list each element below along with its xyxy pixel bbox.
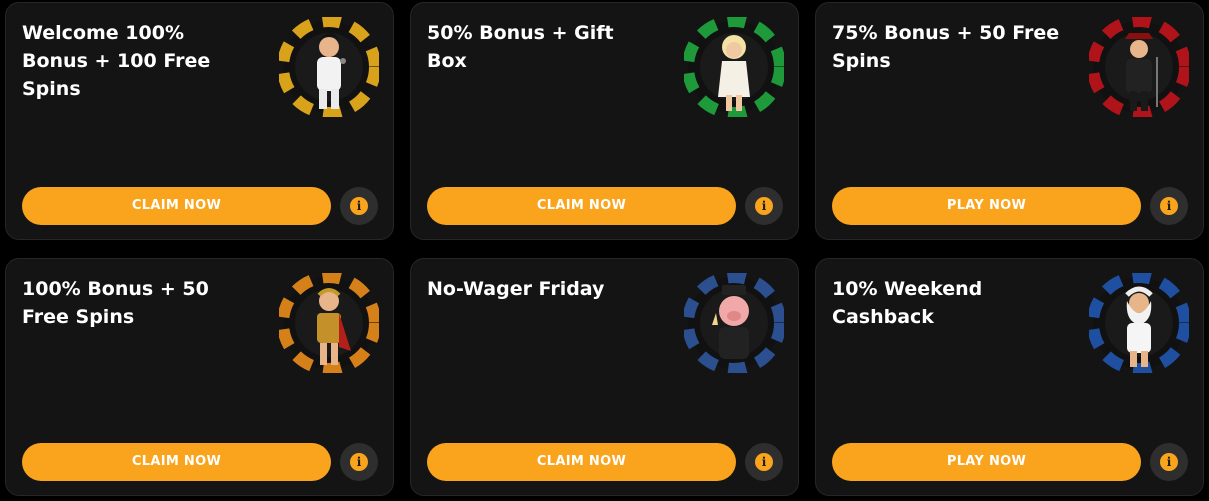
promo-title: 10% Weekend Cashback	[832, 278, 983, 328]
roman-character-icon	[279, 273, 379, 373]
claim-now-button[interactable]: CLAIM NOW	[22, 187, 331, 225]
promo-title: 50% Bonus + Gift Box	[427, 22, 614, 72]
play-now-button[interactable]: PLAY NOW	[832, 443, 1141, 481]
info-icon: i	[755, 197, 773, 215]
claim-now-button[interactable]: CLAIM NOW	[427, 443, 736, 481]
elvis-character-icon	[279, 17, 379, 117]
claim-now-button[interactable]: CLAIM NOW	[22, 443, 331, 481]
promotions-grid: Welcome 100% Bonus + 100 Free Spins CLAI…	[0, 0, 1209, 501]
info-button[interactable]: i	[1150, 187, 1188, 225]
info-button[interactable]: i	[745, 443, 783, 481]
promo-card: 100% Bonus + 50 Free Spins CLAIM NOW i	[5, 258, 394, 496]
info-icon: i	[350, 197, 368, 215]
promo-title: 100% Bonus + 50 Free Spins	[22, 278, 209, 328]
promo-card: 10% Weekend Cashback PLAY NOW i	[815, 258, 1204, 496]
info-button[interactable]: i	[745, 187, 783, 225]
promo-card: Welcome 100% Bonus + 100 Free Spins CLAI…	[5, 2, 394, 240]
pig-character-icon	[684, 273, 784, 373]
zeus-character-icon	[1089, 273, 1189, 373]
promo-title: 75% Bonus + 50 Free Spins	[832, 22, 1060, 72]
marilyn-character-icon	[684, 17, 784, 117]
claim-now-button[interactable]: CLAIM NOW	[427, 187, 736, 225]
info-button[interactable]: i	[1150, 443, 1188, 481]
promo-card: No-Wager Friday CLAIM NOW i	[410, 258, 799, 496]
promo-card: 50% Bonus + Gift Box CLAIM NOW i	[410, 2, 799, 240]
info-button[interactable]: i	[340, 443, 378, 481]
crooner-character-icon	[1089, 17, 1189, 117]
play-now-button[interactable]: PLAY NOW	[832, 187, 1141, 225]
info-icon: i	[1160, 453, 1178, 471]
info-button[interactable]: i	[340, 187, 378, 225]
promo-card: 75% Bonus + 50 Free Spins PLAY NOW i	[815, 2, 1204, 240]
promo-title: No-Wager Friday	[427, 278, 605, 300]
info-icon: i	[1160, 197, 1178, 215]
promo-title: Welcome 100% Bonus + 100 Free Spins	[22, 22, 211, 100]
info-icon: i	[350, 453, 368, 471]
info-icon: i	[755, 453, 773, 471]
